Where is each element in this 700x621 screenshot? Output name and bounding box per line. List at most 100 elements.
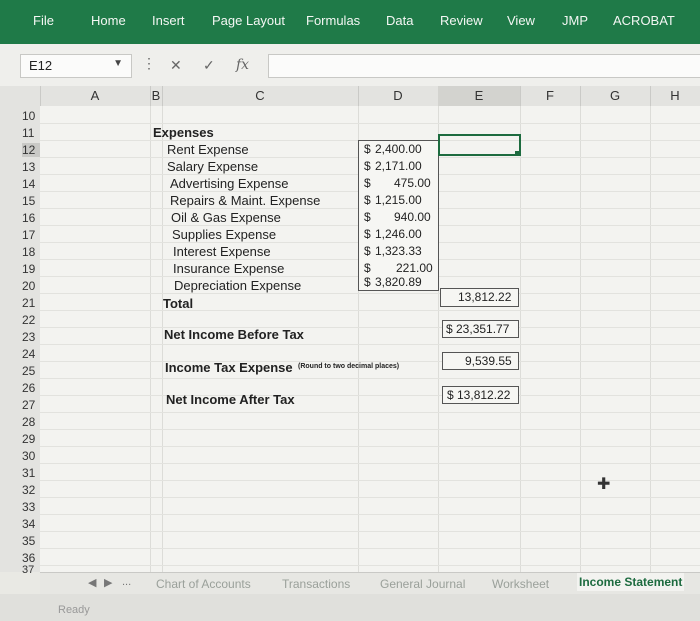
tab-acrobat[interactable]: ACROBAT (613, 13, 675, 28)
row-header[interactable]: 29 (22, 432, 40, 446)
income-tax-note: (Round to two decimal places) (298, 363, 400, 370)
expense-amount[interactable]: 1,323.33 (375, 244, 422, 258)
grid-line (40, 548, 700, 549)
tab-home[interactable]: Home (91, 13, 126, 28)
formula-input[interactable] (268, 54, 700, 78)
row-header[interactable]: 30 (22, 449, 40, 463)
grid-line (40, 310, 700, 311)
row-header[interactable]: 20 (22, 279, 40, 293)
row-header[interactable]: 24 (22, 347, 40, 361)
row-header[interactable]: 32 (22, 483, 40, 497)
row-header[interactable]: 23 (22, 330, 40, 344)
tab-page-layout[interactable]: Page Layout (212, 13, 285, 28)
ribbon-tabs-bar: File Home Insert Page Layout Formulas Da… (0, 0, 700, 44)
row-header[interactable]: 35 (22, 534, 40, 548)
fill-handle[interactable] (515, 151, 520, 156)
net-income-before-tax-label: Net Income Before Tax (164, 327, 304, 342)
row-header[interactable]: 34 (22, 517, 40, 531)
expense-amount[interactable]: 1,215.00 (375, 193, 422, 207)
sheet-tabs-bar: ◀ ▶ ... Chart of Accounts Transactions G… (40, 572, 700, 595)
row-header[interactable]: 25 (22, 364, 40, 378)
sheet-tab-income-statement[interactable]: Income Statement (577, 573, 685, 591)
column-header-f[interactable]: F (520, 86, 581, 106)
row-header[interactable]: 12 (22, 143, 40, 157)
insert-function-icon[interactable]: fx (236, 57, 249, 73)
grid-line (40, 412, 700, 413)
row-header[interactable]: 10 (22, 109, 40, 123)
worksheet-grid[interactable]: Expenses Rent Expense Salary Expense Adv… (40, 106, 700, 572)
select-all-corner[interactable] (0, 86, 41, 106)
sheet-tab-chart-of-accounts[interactable]: Chart of Accounts (156, 577, 251, 591)
column-header-g[interactable]: G (580, 86, 651, 106)
grid-line (40, 514, 700, 515)
sheet-tab-worksheet[interactable]: Worksheet (492, 577, 549, 591)
status-bar: Ready (0, 594, 700, 621)
income-tax-value[interactable]: 9,539.55 (465, 354, 512, 368)
tab-insert[interactable]: Insert (152, 13, 185, 28)
expense-label: Supplies Expense (172, 227, 277, 242)
column-header-e[interactable]: E (438, 86, 521, 106)
row-header[interactable]: 26 (22, 381, 40, 395)
tab-file[interactable]: File (33, 13, 54, 28)
expense-currency: $ (364, 193, 371, 207)
row-header[interactable]: 15 (22, 194, 40, 208)
grid-line (162, 106, 163, 572)
row-header[interactable]: 19 (22, 262, 40, 276)
expense-currency: $ (364, 142, 371, 156)
name-box[interactable]: E12 ▼ (20, 54, 132, 78)
expense-currency: $ (364, 210, 371, 224)
row-header[interactable]: 36 (22, 551, 40, 565)
row-header[interactable]: 18 (22, 245, 40, 259)
grid-line (40, 123, 700, 124)
expense-label: Repairs & Maint. Expense (170, 193, 321, 208)
row-header[interactable]: 14 (22, 177, 40, 191)
expense-label: Depreciation Expense (174, 278, 302, 293)
expense-currency: $ (364, 275, 371, 289)
row-header[interactable]: 13 (22, 160, 40, 174)
net-income-before-tax-value[interactable]: $ 23,351.77 (446, 322, 509, 336)
column-header-d[interactable]: D (358, 86, 439, 106)
column-header-a[interactable]: A (40, 86, 151, 106)
row-header[interactable]: 16 (22, 211, 40, 225)
tab-view[interactable]: View (507, 13, 535, 28)
sheet-tab-transactions[interactable]: Transactions (282, 577, 350, 591)
expense-amount[interactable]: 2,171.00 (375, 159, 422, 173)
net-income-after-tax-value[interactable]: $ 13,812.22 (447, 388, 510, 402)
expense-label: Insurance Expense (173, 261, 285, 276)
row-header[interactable]: 11 (22, 126, 40, 140)
expense-amount[interactable]: 1,246.00 (375, 227, 422, 241)
row-header[interactable]: 22 (22, 313, 40, 327)
chevron-down-icon[interactable]: ▼ (113, 58, 123, 69)
next-sheet-icon[interactable]: ▶ (104, 576, 112, 589)
row-header[interactable]: 21 (22, 296, 40, 310)
prev-sheet-icon[interactable]: ◀ (88, 576, 96, 589)
tab-data[interactable]: Data (386, 13, 413, 28)
row-header[interactable]: 33 (22, 500, 40, 514)
column-header-c[interactable]: C (162, 86, 359, 106)
expense-amount[interactable]: 475.00 (394, 176, 431, 190)
grid-line (40, 395, 700, 396)
more-sheets-icon[interactable]: ... (122, 576, 131, 588)
name-box-value: E12 (29, 58, 53, 73)
enter-icon[interactable]: ✓ (203, 57, 215, 74)
row-header[interactable]: 27 (22, 398, 40, 412)
grid-line (40, 531, 700, 532)
more-options-icon: ⋮ (142, 55, 157, 71)
selected-cell-e12[interactable] (438, 134, 521, 156)
row-header[interactable]: 28 (22, 415, 40, 429)
column-header-h[interactable]: H (650, 86, 700, 106)
expense-amount[interactable]: 940.00 (394, 210, 431, 224)
sheet-tab-general-journal[interactable]: General Journal (380, 577, 465, 591)
expense-amount[interactable]: 2,400.00 (375, 142, 422, 156)
cancel-icon[interactable]: ✕ (170, 57, 182, 74)
tab-formulas[interactable]: Formulas (306, 13, 360, 28)
row-header[interactable]: 31 (22, 466, 40, 480)
row-header[interactable]: 37 (22, 564, 40, 576)
total-value[interactable]: 13,812.22 (458, 290, 511, 304)
tab-review[interactable]: Review (440, 13, 483, 28)
expense-amount[interactable]: 3,820.89 (375, 275, 422, 289)
expense-amount[interactable]: 221.00 (396, 261, 433, 275)
row-header[interactable]: 17 (22, 228, 40, 242)
tab-jmp[interactable]: JMP (562, 13, 588, 28)
grid-line (40, 344, 700, 345)
